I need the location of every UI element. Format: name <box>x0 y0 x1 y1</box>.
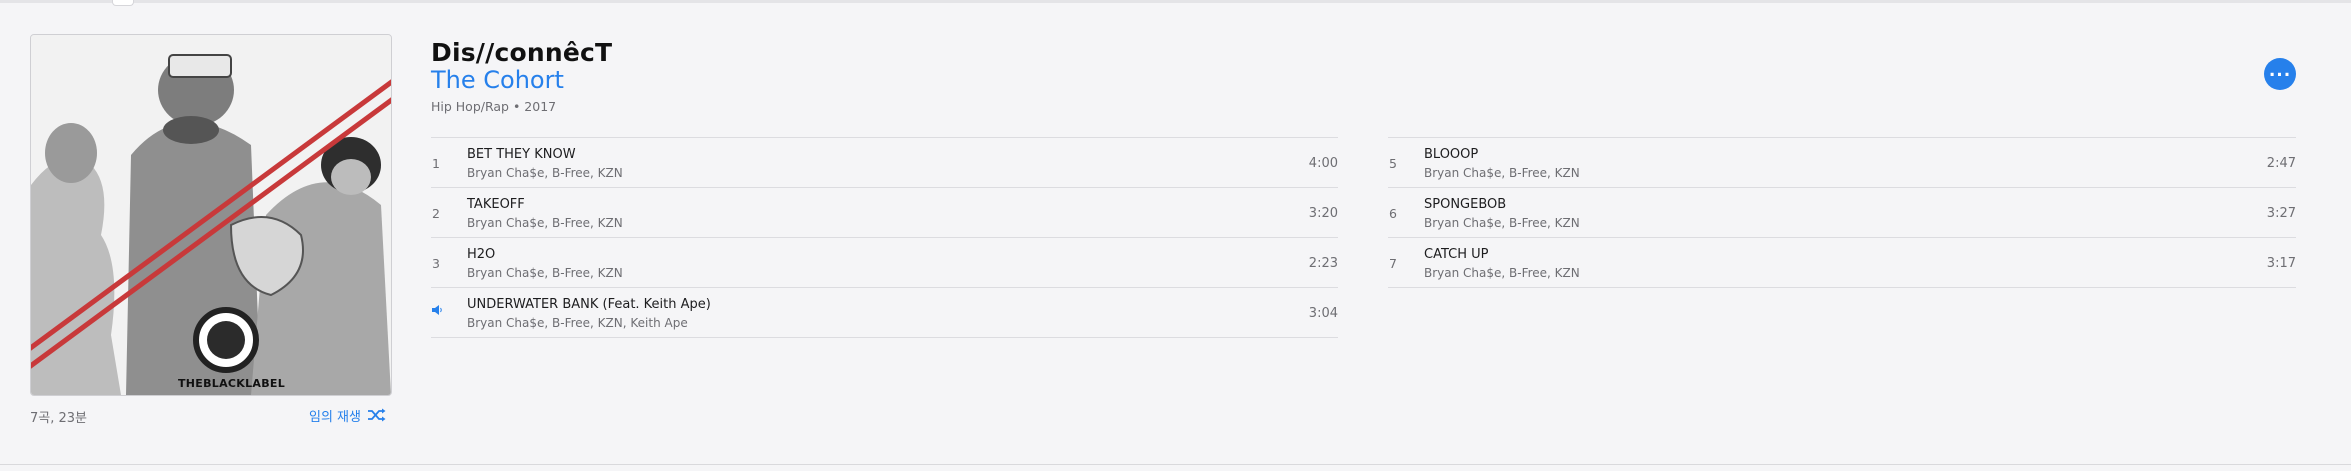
track-duration: 3:27 <box>2266 206 2296 221</box>
track-number: 5 <box>1389 156 1397 171</box>
album-summary: 7곡, 23분 <box>30 411 87 426</box>
track-row[interactable]: 2 TAKEOFF Bryan Cha$e, B-Free, KZN 3:20 <box>431 187 1338 237</box>
track-duration: 2:47 <box>2266 156 2296 171</box>
track-list-left: 1 BET THEY KNOW Bryan Cha$e, B-Free, KZN… <box>431 137 1338 338</box>
artwork-image <box>31 35 391 395</box>
bottom-divider <box>0 464 2351 465</box>
track-title: SPONGEBOB <box>1424 197 1507 212</box>
album-title: Dis//connêcT <box>431 38 613 67</box>
track-title: H2O <box>467 247 496 262</box>
track-row-now-playing[interactable]: UNDERWATER BANK (Feat. Keith Ape) Bryan … <box>431 287 1338 338</box>
track-duration: 3:17 <box>2266 256 2296 271</box>
top-tab-notch <box>112 0 134 6</box>
more-options-button[interactable]: ... <box>2264 58 2296 90</box>
track-row[interactable]: 7 CATCH UP Bryan Cha$e, B-Free, KZN 3:17 <box>1388 237 2296 288</box>
ellipsis-icon: ... <box>2268 61 2292 81</box>
album-artist-link[interactable]: The Cohort <box>431 66 564 94</box>
shuffle-label: 임의 재생 <box>309 409 361 425</box>
track-duration: 3:04 <box>1308 306 1338 321</box>
speaker-icon <box>432 305 442 315</box>
track-row[interactable]: 1 BET THEY KNOW Bryan Cha$e, B-Free, KZN… <box>431 137 1338 187</box>
track-title: BET THEY KNOW <box>467 147 576 162</box>
track-row[interactable]: 5 BLOOOP Bryan Cha$e, B-Free, KZN 2:47 <box>1388 137 2296 187</box>
track-number: 6 <box>1389 206 1397 221</box>
track-number: 1 <box>432 156 440 171</box>
track-artists: Bryan Cha$e, B-Free, KZN <box>467 166 623 180</box>
track-title: TAKEOFF <box>467 197 525 212</box>
track-artists: Bryan Cha$e, B-Free, KZN <box>1424 216 1580 230</box>
track-list-right: 5 BLOOOP Bryan Cha$e, B-Free, KZN 2:47 6… <box>1388 137 2296 288</box>
track-duration: 4:00 <box>1308 156 1338 171</box>
track-artists: Bryan Cha$e, B-Free, KZN, Keith Ape <box>467 316 688 330</box>
track-artists: Bryan Cha$e, B-Free, KZN <box>467 266 623 280</box>
track-artists: Bryan Cha$e, B-Free, KZN <box>467 216 623 230</box>
track-title: UNDERWATER BANK (Feat. Keith Ape) <box>467 297 711 312</box>
track-duration: 2:23 <box>1308 256 1338 271</box>
track-row[interactable]: 3 H2O Bryan Cha$e, B-Free, KZN 2:23 <box>431 237 1338 287</box>
track-artists: Bryan Cha$e, B-Free, KZN <box>1424 166 1580 180</box>
track-duration: 3:20 <box>1308 206 1338 221</box>
track-number: 2 <box>432 206 440 221</box>
track-title: CATCH UP <box>1424 247 1489 262</box>
shuffle-icon <box>367 408 386 422</box>
artwork-logo-text: THEBLACKLABEL <box>178 377 286 390</box>
album-artwork[interactable]: THEBLACKLABEL <box>30 34 392 396</box>
track-number: 3 <box>432 256 440 271</box>
track-number: 7 <box>1389 256 1397 271</box>
album-genre-year: Hip Hop/Rap • 2017 <box>431 99 557 114</box>
shuffle-button[interactable]: 임의 재생 <box>309 405 387 425</box>
top-divider <box>0 0 2351 3</box>
track-row[interactable]: 6 SPONGEBOB Bryan Cha$e, B-Free, KZN 3:2… <box>1388 187 2296 237</box>
track-title: BLOOOP <box>1424 147 1479 162</box>
track-artists: Bryan Cha$e, B-Free, KZN <box>1424 266 1580 280</box>
